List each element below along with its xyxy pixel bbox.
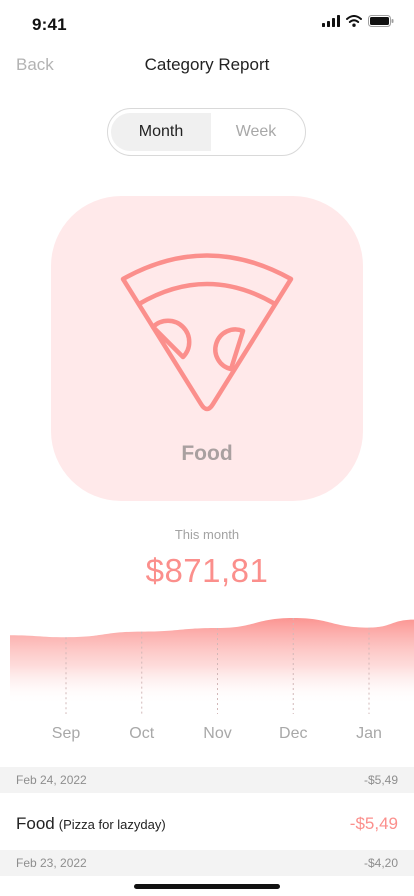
home-indicator [134,884,280,889]
chart-month-label: Nov [203,725,231,742]
trend-area [10,618,414,705]
battery-icon [368,15,394,27]
status-bar: 9:41 [0,0,414,48]
nav-bar: Back Category Report [0,48,414,82]
chart-month-label: Oct [129,725,154,742]
signal-icon [322,15,340,27]
transaction-row[interactable]: Food (Pizza for lazyday) -$5,49 [0,793,414,851]
trend-chart: Sep Oct Nov Dec Jan [10,618,414,742]
date-header-date: Feb 23, 2022 [16,856,87,870]
wifi-icon [346,15,362,27]
status-time: 9:41 [32,15,67,34]
category-card: Food [51,196,363,501]
period-toggle: Month Week [107,108,306,156]
date-header-total: -$5,49 [363,773,398,787]
total-amount: $871,81 [145,552,269,589]
period-label: This month [174,527,240,542]
date-header-date: Feb 24, 2022 [16,773,87,787]
chart-month-label: Dec [279,725,307,742]
pizza-slice-icon [120,253,294,412]
date-header: Feb 23, 2022 -$4,20 [0,850,414,876]
chart-month-label: Jan [356,725,382,742]
transaction-note: (Pizza for lazyday) [58,817,166,832]
toggle-week[interactable]: Week [210,113,302,151]
date-header-total: -$4,20 [363,856,398,870]
transaction-amount: -$5,49 [349,814,398,833]
date-header: Feb 24, 2022 -$5,49 [0,767,414,793]
page-title: Category Report [144,55,270,74]
category-name: Food [181,442,233,465]
toggle-month[interactable]: Month [111,113,211,151]
transaction-category: Food (Pizza for lazyday) [16,814,166,833]
status-icons [322,15,394,27]
chart-month-label: Sep [52,725,81,742]
